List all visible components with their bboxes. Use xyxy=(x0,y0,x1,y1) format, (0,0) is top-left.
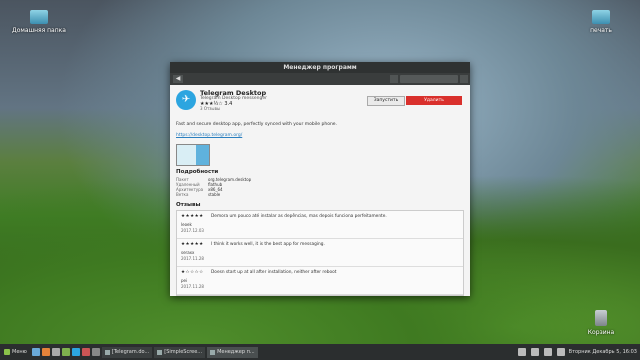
app-launcher-icon[interactable] xyxy=(91,348,100,356)
network-icon[interactable] xyxy=(530,348,539,356)
review-item: ★★★★★ Demora um pouco até instalar as de… xyxy=(177,211,463,239)
app-screenshot[interactable] xyxy=(176,144,210,166)
taskbar-task[interactable]: Менеджер п... xyxy=(207,346,258,358)
app-website-link[interactable]: https://desktop.telegram.org/ xyxy=(176,133,242,138)
details-row: Ветка stable xyxy=(176,192,220,197)
review-user: pei xyxy=(181,278,188,283)
window-icon xyxy=(210,349,216,355)
taskbar: Меню [Telegram.do... [SimpleScree... Мен… xyxy=(0,344,640,360)
review-user: leoek xyxy=(181,222,192,227)
review-stars: ★★★★★ xyxy=(181,214,204,219)
review-item: ★★★★★ I think it works well, it is the b… xyxy=(177,239,463,267)
home-folder-icon xyxy=(30,10,48,24)
back-button[interactable]: ◀ xyxy=(173,75,183,83)
taskbar-task[interactable]: [Telegram.do... xyxy=(101,346,153,358)
menu-icon[interactable] xyxy=(460,75,468,83)
review-stars: ★★★★★ xyxy=(181,242,204,247)
app-reviews-count: 3 Отзывы xyxy=(200,106,221,111)
desktop-icon-label: печать xyxy=(590,27,612,34)
details-value: stable xyxy=(208,192,221,197)
trash-icon xyxy=(595,310,607,326)
desktop-icon-trash[interactable]: Корзина xyxy=(566,310,636,336)
review-date: 2017.12.03 xyxy=(181,228,204,233)
update-icon[interactable] xyxy=(556,348,565,356)
system-tray: Вторник Декабрь 5, 16:03 xyxy=(517,348,640,356)
details-key: Ветка xyxy=(176,192,189,197)
task-label: [Telegram.do... xyxy=(111,348,150,355)
app-detail-content: ✈ Telegram Desktop Telegram Desktop mess… xyxy=(170,85,470,296)
desktop-icon-label: Домашняя папка xyxy=(12,27,66,34)
review-item: ★☆☆☆☆ Doesn start up at all after instal… xyxy=(177,267,463,295)
review-user: seraxx xyxy=(181,250,195,255)
review-text: Demora um pouco até instalar as depência… xyxy=(211,214,387,219)
details-list: Пакет org.telegram.desktop Удаленный flath… xyxy=(176,177,251,197)
review-text: I think it works well, it is the best ap… xyxy=(211,242,325,247)
window-titlebar[interactable]: Менеджер программ xyxy=(170,62,470,73)
mint-logo-icon xyxy=(4,349,10,355)
review-date: 2017.11.28 xyxy=(181,256,204,261)
folder-icon xyxy=(592,10,610,24)
software-manager-window: Менеджер программ ◀ ✈ Telegram Desktop T… xyxy=(170,62,470,296)
taskbar-task[interactable]: [SimpleScree... xyxy=(154,346,206,358)
task-label: [SimpleScree... xyxy=(164,348,203,355)
launch-button[interactable]: Запустить xyxy=(367,96,405,106)
app-description: Fast and secure desktop app, perfectly s… xyxy=(176,122,338,127)
menu-button[interactable]: Меню xyxy=(0,346,31,358)
desktop-icon-home[interactable]: Домашняя папка xyxy=(4,10,74,34)
details-heading: Подробности xyxy=(176,169,219,175)
window-icon xyxy=(157,349,163,355)
search-input[interactable] xyxy=(400,75,458,83)
review-stars: ★☆☆☆☆ xyxy=(181,270,204,275)
terminal-icon[interactable] xyxy=(51,348,60,356)
menu-label: Меню xyxy=(12,349,27,355)
review-text: Doesn start up at all after installation… xyxy=(211,270,337,275)
review-date: 2017.11.28 xyxy=(181,284,204,289)
reviews-heading: Отзывы xyxy=(176,202,201,208)
volume-icon[interactable] xyxy=(543,348,552,356)
clock[interactable]: Вторник Декабрь 5, 16:03 xyxy=(569,349,637,355)
window-icon xyxy=(104,349,110,355)
remove-button[interactable]: Удалить xyxy=(406,96,462,105)
app-launcher-icon[interactable] xyxy=(81,348,90,356)
desktop-icon-print[interactable]: печать xyxy=(566,10,636,34)
task-label: Менеджер п... xyxy=(217,348,255,355)
show-desktop-icon[interactable] xyxy=(31,348,40,356)
window-toolbar: ◀ xyxy=(170,73,470,85)
desktop-icon-label: Корзина xyxy=(587,329,615,336)
toolbar-icon-button[interactable] xyxy=(390,75,398,83)
telegram-icon: ✈ xyxy=(176,90,196,110)
keyboard-icon[interactable] xyxy=(517,348,526,356)
firefox-icon[interactable] xyxy=(41,348,50,356)
telegram-launcher-icon[interactable] xyxy=(71,348,80,356)
files-icon[interactable] xyxy=(61,348,70,356)
reviews-list: ★★★★★ Demora um pouco até instalar as de… xyxy=(176,210,464,296)
